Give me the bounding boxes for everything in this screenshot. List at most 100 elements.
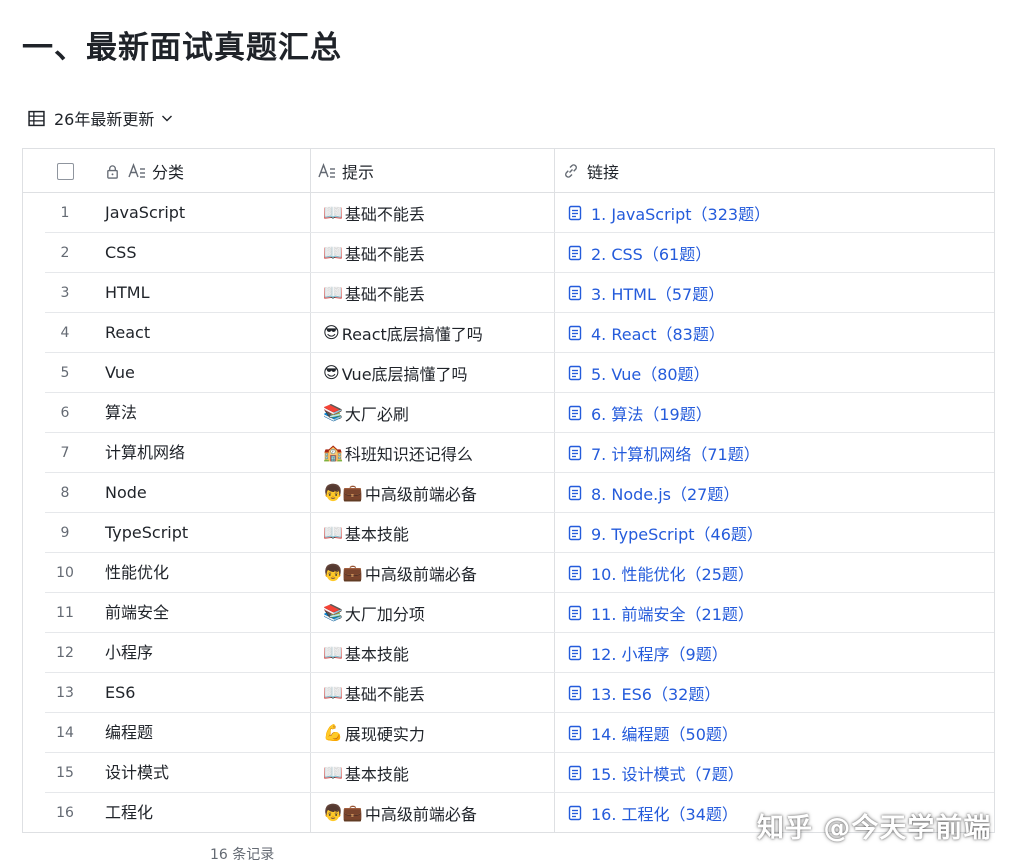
column-header-category[interactable]: 分类 (105, 149, 184, 193)
table-row[interactable]: 12 小程序 📖 基本技能 12. 小程序（9题） (45, 633, 994, 673)
grid-view-icon (28, 110, 45, 126)
category-cell[interactable]: 前端安全 (105, 593, 169, 633)
hint-emoji-icon: 📖 (323, 763, 343, 782)
document-icon (568, 765, 582, 781)
doc-link[interactable]: 7. 计算机网络（71题） (567, 433, 760, 473)
doc-link[interactable]: 2. CSS（61题） (567, 233, 711, 273)
doc-link[interactable]: 8. Node.js（27题） (567, 473, 739, 513)
hint-cell[interactable]: 😎 React底层搞懂了吗 (323, 313, 483, 353)
column-header-hint[interactable]: 提示 (318, 149, 374, 193)
category-cell[interactable]: 算法 (105, 393, 137, 433)
category-cell[interactable]: 工程化 (105, 793, 153, 833)
hint-text: Vue底层搞懂了吗 (341, 365, 468, 384)
hint-cell[interactable]: 📖 基本技能 (323, 753, 409, 793)
doc-link-text[interactable]: 6. 算法（19题） (591, 401, 712, 425)
doc-link-text[interactable]: 16. 工程化（34题） (591, 801, 738, 825)
table-row[interactable]: 13 ES6 📖 基础不能丢 13. ES6（32题） (45, 673, 994, 713)
hint-cell[interactable]: 👦💼 中高级前端必备 (323, 793, 477, 833)
table-row[interactable]: 11 前端安全 📚 大厂加分项 11. 前端安全（21题） (45, 593, 994, 633)
category-cell[interactable]: 编程题 (105, 713, 153, 753)
doc-link[interactable]: 4. React（83题） (567, 313, 725, 353)
category-cell[interactable]: 计算机网络 (105, 433, 185, 473)
category-cell[interactable]: JavaScript (105, 193, 185, 233)
doc-link-text[interactable]: 4. React（83题） (591, 321, 725, 345)
hint-cell[interactable]: 💪 展现硬实力 (323, 713, 425, 753)
table-row[interactable]: 14 编程题 💪 展现硬实力 14. 编程题（50题） (45, 713, 994, 753)
doc-link-text[interactable]: 13. ES6（32题） (591, 681, 720, 705)
hint-text: 展现硬实力 (344, 725, 425, 744)
doc-link-text[interactable]: 14. 编程题（50题） (591, 721, 738, 745)
category-cell[interactable]: 设计模式 (105, 753, 169, 793)
table-row[interactable]: 5 Vue 😎 Vue底层搞懂了吗 5. Vue（80题） (45, 353, 994, 393)
doc-link[interactable]: 1. JavaScript（323题） (567, 193, 770, 233)
doc-link-text[interactable]: 8. Node.js（27题） (591, 481, 739, 505)
column-header-link[interactable]: 链接 (563, 149, 619, 193)
category-cell[interactable]: React (105, 313, 150, 353)
category-cell[interactable]: CSS (105, 233, 136, 273)
doc-link[interactable]: 15. 设计模式（7题） (567, 753, 744, 793)
doc-link[interactable]: 14. 编程题（50题） (567, 713, 738, 753)
hint-cell[interactable]: 📖 基础不能丢 (323, 193, 425, 233)
select-all-checkbox[interactable] (57, 163, 74, 180)
table-row[interactable]: 4 React 😎 React底层搞懂了吗 4. React（83题） (45, 313, 994, 353)
table-row[interactable]: 2 CSS 📖 基础不能丢 2. CSS（61题） (45, 233, 994, 273)
hint-emoji-icon: 👦💼 (323, 563, 363, 582)
row-number: 1 (60, 205, 70, 221)
doc-link-text[interactable]: 15. 设计模式（7题） (591, 761, 744, 785)
doc-link[interactable]: 10. 性能优化（25题） (567, 553, 754, 593)
hint-cell[interactable]: 📚 大厂必刷 (323, 393, 409, 433)
hint-emoji-icon: 📖 (323, 643, 343, 662)
table-row[interactable]: 7 计算机网络 🏫 科班知识还记得么 7. 计算机网络（71题） (45, 433, 994, 473)
table-row[interactable]: 6 算法 📚 大厂必刷 6. 算法（19题） (45, 393, 994, 433)
category-cell[interactable]: Vue (105, 353, 135, 393)
hint-cell[interactable]: 📖 基础不能丢 (323, 673, 425, 713)
table-row[interactable]: 9 TypeScript 📖 基本技能 9. TypeScript（46题） (45, 513, 994, 553)
row-number: 11 (56, 605, 74, 621)
doc-link-text[interactable]: 10. 性能优化（25题） (591, 561, 754, 585)
document-icon (568, 245, 582, 261)
category-cell[interactable]: ES6 (105, 673, 135, 713)
hint-cell[interactable]: 📖 基础不能丢 (323, 233, 425, 273)
document-icon (568, 805, 582, 821)
row-number: 2 (60, 245, 70, 261)
hint-cell[interactable]: 📖 基本技能 (323, 633, 409, 673)
doc-link-text[interactable]: 2. CSS（61题） (591, 241, 711, 265)
table-row[interactable]: 3 HTML 📖 基础不能丢 3. HTML（57题） (45, 273, 994, 313)
doc-link[interactable]: 6. 算法（19题） (567, 393, 712, 433)
category-cell[interactable]: Node (105, 473, 147, 513)
table-row[interactable]: 10 性能优化 👦💼 中高级前端必备 10. 性能优化（25题） (45, 553, 994, 593)
doc-link[interactable]: 12. 小程序（9题） (567, 633, 728, 673)
doc-link[interactable]: 9. TypeScript（46题） (567, 513, 763, 553)
view-switcher[interactable]: 26年最新更新 (28, 104, 174, 132)
hint-cell[interactable]: 📖 基本技能 (323, 513, 409, 553)
hint-cell[interactable]: 👦💼 中高级前端必备 (323, 473, 477, 513)
category-cell[interactable]: TypeScript (105, 513, 188, 553)
doc-link[interactable]: 11. 前端安全（21题） (567, 593, 754, 633)
hint-text: 基本技能 (344, 765, 409, 784)
hint-cell[interactable]: 👦💼 中高级前端必备 (323, 553, 477, 593)
hint-cell[interactable]: 😎 Vue底层搞懂了吗 (323, 353, 468, 393)
hint-cell[interactable]: 📚 大厂加分项 (323, 593, 425, 633)
hint-cell[interactable]: 📖 基础不能丢 (323, 273, 425, 313)
table-row[interactable]: 1 JavaScript 📖 基础不能丢 1. JavaScript（323题） (45, 193, 994, 233)
category-cell[interactable]: 小程序 (105, 633, 153, 673)
doc-link-text[interactable]: 1. JavaScript（323题） (591, 201, 770, 225)
doc-link[interactable]: 13. ES6（32题） (567, 673, 720, 713)
doc-link-text[interactable]: 12. 小程序（9题） (591, 641, 728, 665)
table-row[interactable]: 15 设计模式 📖 基本技能 15. 设计模式（7题） (45, 753, 994, 793)
category-cell[interactable]: HTML (105, 273, 150, 313)
doc-link[interactable]: 3. HTML（57题） (567, 273, 724, 313)
row-number: 14 (56, 725, 74, 741)
doc-link-text[interactable]: 7. 计算机网络（71题） (591, 441, 760, 465)
doc-link-text[interactable]: 11. 前端安全（21题） (591, 601, 754, 625)
hint-cell[interactable]: 🏫 科班知识还记得么 (323, 433, 473, 473)
table-row[interactable]: 8 Node 👦💼 中高级前端必备 8. Node.js（27题） (45, 473, 994, 513)
doc-link[interactable]: 16. 工程化（34题） (567, 793, 738, 833)
hint-text: React底层搞懂了吗 (341, 325, 483, 344)
doc-link-text[interactable]: 9. TypeScript（46题） (591, 521, 763, 545)
doc-link-text[interactable]: 3. HTML（57题） (591, 281, 724, 305)
category-cell[interactable]: 性能优化 (105, 553, 169, 593)
chevron-down-icon (162, 115, 173, 122)
doc-link[interactable]: 5. Vue（80题） (567, 353, 710, 393)
doc-link-text[interactable]: 5. Vue（80题） (591, 361, 710, 385)
